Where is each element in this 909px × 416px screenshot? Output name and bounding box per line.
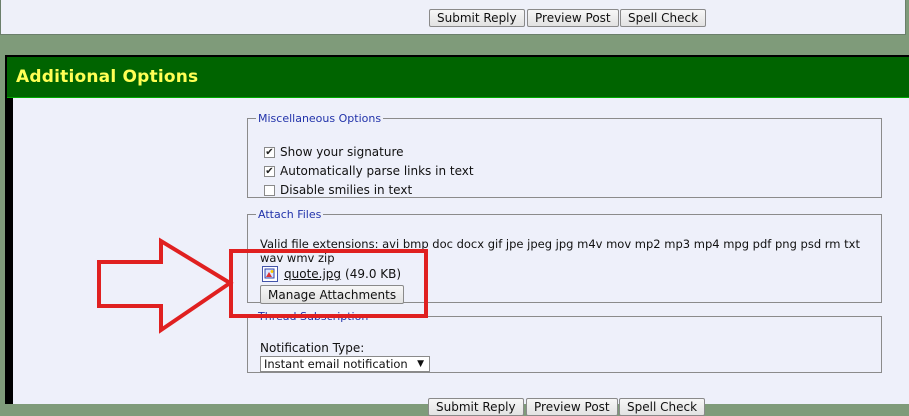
thread-subscription-fieldset: Thread Subscription Notification Type: I… <box>247 310 882 373</box>
thread-subscription-legend: Thread Subscription <box>258 310 369 323</box>
section-header: Additional Options <box>7 57 909 98</box>
attach-files-fieldset: Attach Files Valid file extensions: avi … <box>247 208 882 304</box>
show-signature-label: Show your signature <box>280 145 404 159</box>
notification-type-value: Instant email notification <box>264 357 408 371</box>
spell-check-button-top[interactable]: Spell Check <box>620 9 707 27</box>
submit-reply-button-bottom[interactable]: Submit Reply <box>428 398 524 416</box>
section-title: Additional Options <box>16 67 199 87</box>
misc-options-legend: Miscellaneous Options <box>258 112 382 125</box>
submit-reply-button-top[interactable]: Submit Reply <box>429 9 525 27</box>
options-content: Miscellaneous Options ✔ Show your signat… <box>13 98 909 416</box>
notification-type-select[interactable]: Instant email notification ▼ <box>260 356 430 372</box>
option-disable-smilies[interactable]: Disable smilies in text <box>264 183 412 197</box>
dropdown-arrow-icon: ▼ <box>417 359 424 369</box>
disable-smilies-checkbox[interactable] <box>264 184 275 196</box>
option-parse-links[interactable]: ✔ Automatically parse links in text <box>264 164 474 178</box>
preview-post-button-bottom[interactable]: Preview Post <box>526 398 618 416</box>
valid-extensions-text: Valid file extensions: avi bmp doc docx … <box>260 237 860 265</box>
parse-links-label: Automatically parse links in text <box>280 164 474 178</box>
option-show-signature[interactable]: ✔ Show your signature <box>264 145 404 159</box>
additional-options-panel: Additional Options Miscellaneous Options… <box>5 55 909 416</box>
top-toolbar: Submit Reply Preview Post Spell Check <box>0 0 906 35</box>
image-file-icon <box>262 266 278 282</box>
disable-smilies-label: Disable smilies in text <box>280 183 413 197</box>
show-signature-checkbox[interactable]: ✔ <box>264 146 275 158</box>
misc-options-fieldset: Miscellaneous Options ✔ Show your signat… <box>247 112 882 198</box>
manage-attachments-button[interactable]: Manage Attachments <box>260 285 405 304</box>
attachment-item: quote.jpg (49.0 KB) <box>262 266 401 282</box>
spell-check-button-bottom[interactable]: Spell Check <box>619 398 706 416</box>
notification-type-label: Notification Type: <box>260 341 365 355</box>
attach-files-legend: Attach Files <box>258 208 322 221</box>
attachment-file-link[interactable]: quote.jpg <box>284 267 341 281</box>
attachment-file-size: (49.0 KB) <box>345 267 402 281</box>
parse-links-checkbox[interactable]: ✔ <box>264 165 275 177</box>
preview-post-button-top[interactable]: Preview Post <box>527 9 619 27</box>
